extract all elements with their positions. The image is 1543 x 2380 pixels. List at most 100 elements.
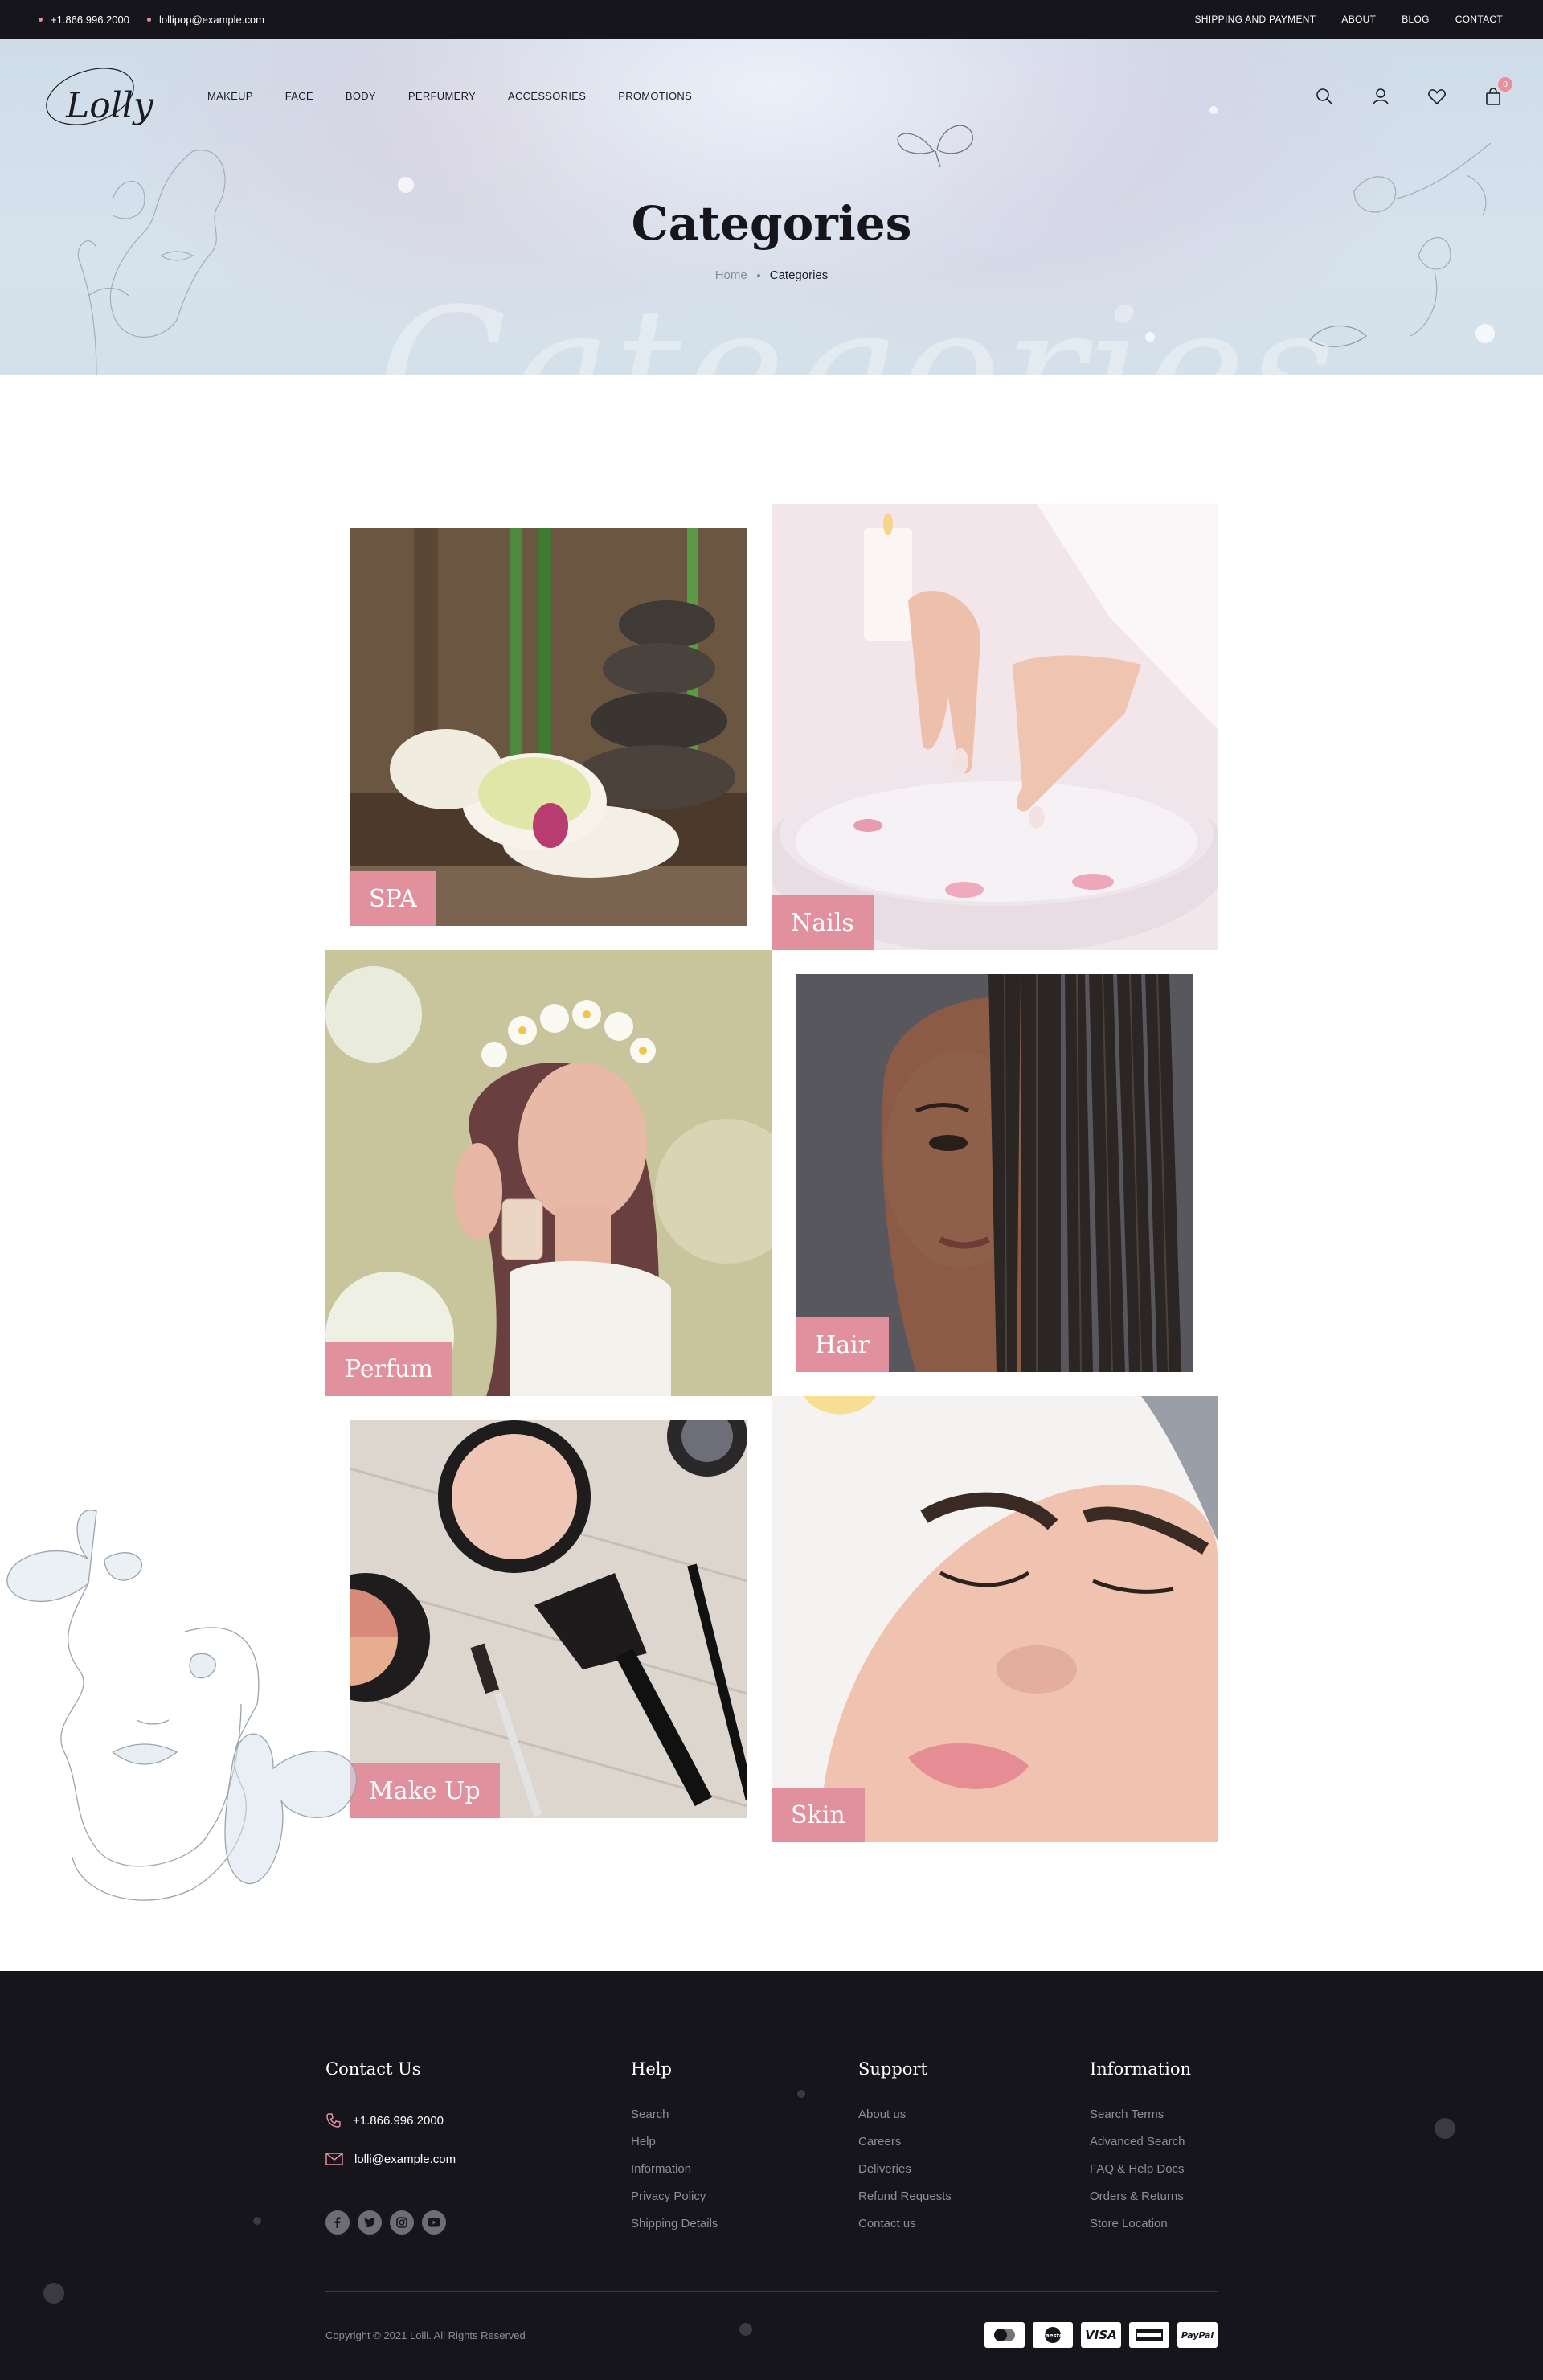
footer-link-help[interactable]: Help	[631, 2128, 718, 2156]
footer-link-refund-requests[interactable]: Refund Requests	[858, 2183, 952, 2210]
nav-makeup[interactable]: MAKEUP	[207, 90, 253, 102]
footer-email-text: lolli@example.com	[354, 2152, 456, 2166]
cart-icon[interactable]: 0	[1484, 77, 1512, 106]
heart-icon[interactable]	[1427, 87, 1447, 106]
top-contact: +1.866.996.2000 lollipop@example.com	[39, 0, 264, 39]
footer-link-store-location[interactable]: Store Location	[1090, 2210, 1191, 2238]
footer-help-heading: Help	[631, 2059, 672, 2079]
svg-text:VISA: VISA	[1085, 2328, 1117, 2342]
top-bar: +1.866.996.2000 lollipop@example.com SHI…	[0, 0, 1543, 39]
footer-email[interactable]: lolli@example.com	[325, 2140, 456, 2178]
dot-decoration	[797, 2090, 805, 2098]
payment-methods: Maestro VISA PayPal	[984, 2322, 1218, 2348]
page-header: Categories Lolly MAKEUP FACE BODY PERFUM…	[0, 39, 1543, 375]
footer-phone[interactable]: +1.866.996.2000	[325, 2101, 456, 2140]
nav-face[interactable]: FACE	[285, 90, 313, 102]
dot-decoration	[43, 2283, 64, 2304]
bubble-decoration	[1209, 106, 1218, 114]
phone-icon	[326, 2113, 341, 2128]
category-label[interactable]: Nails	[772, 895, 874, 950]
youtube-icon[interactable]	[422, 2210, 446, 2235]
category-label[interactable]: SPA	[350, 871, 436, 926]
footer-divider	[325, 2291, 1218, 2292]
category-label[interactable]: Perfum	[325, 1342, 452, 1396]
twitter-icon[interactable]	[358, 2210, 382, 2235]
spa-image	[350, 528, 747, 926]
social-links	[325, 2210, 456, 2235]
footer-link-careers[interactable]: Careers	[858, 2128, 952, 2156]
svg-text:PayPal: PayPal	[1181, 2330, 1214, 2341]
category-label[interactable]: Hair	[796, 1317, 889, 1372]
top-links: SHIPPING AND PAYMENT ABOUT BLOG CONTACT	[1194, 0, 1503, 39]
footer-link-shipping-details[interactable]: Shipping Details	[631, 2210, 718, 2238]
breadcrumb-home[interactable]: Home	[715, 268, 747, 282]
butterfly-decoration	[897, 125, 973, 168]
footer-information: Information Search Terms Advanced Search…	[1090, 2059, 1191, 2238]
mastercard-icon	[984, 2322, 1025, 2348]
facebook-icon[interactable]	[325, 2210, 350, 2235]
top-phone[interactable]: +1.866.996.2000	[39, 14, 129, 26]
bullet-icon	[39, 17, 43, 22]
dot-decoration	[739, 2323, 752, 2336]
footer-contact-heading: Contact Us	[325, 2059, 421, 2079]
bubble-decoration	[1145, 332, 1155, 342]
footer-link-advanced-search[interactable]: Advanced Search	[1090, 2128, 1191, 2156]
footer-link-faq[interactable]: FAQ & Help Docs	[1090, 2156, 1191, 2183]
footer-link-privacy-policy[interactable]: Privacy Policy	[631, 2183, 718, 2210]
category-tile-hair[interactable]: Hair	[796, 974, 1193, 1372]
maestro-icon: Maestro	[1033, 2322, 1073, 2348]
bullet-icon	[146, 17, 151, 22]
make-up-image	[350, 1420, 747, 1818]
header-icons: 0	[1315, 77, 1512, 106]
amex-icon	[1129, 2322, 1169, 2348]
nav-perfumery[interactable]: PERFUMERY	[408, 90, 476, 102]
category-tile-perfum[interactable]: Perfum	[325, 950, 772, 1396]
hair-image	[796, 974, 1193, 1372]
lolly-logo[interactable]: Lolly	[40, 63, 161, 143]
page-title: Categories	[631, 196, 912, 251]
search-icon[interactable]	[1315, 87, 1334, 106]
category-label[interactable]: Skin	[772, 1788, 865, 1842]
dot-decoration	[1435, 2118, 1455, 2139]
footer-link-about-us[interactable]: About us	[858, 2101, 952, 2128]
breadcrumb: Home Categories	[0, 268, 1543, 282]
footer-link-deliveries[interactable]: Deliveries	[858, 2156, 952, 2183]
footer-information-heading: Information	[1090, 2059, 1192, 2079]
category-tile-skin[interactable]: Skin	[772, 1396, 1218, 1842]
skin-image	[772, 1396, 1218, 1842]
cart-count-badge: 0	[1498, 77, 1512, 92]
copyright: Copyright © 2021 Lolli. All Rights Reser…	[325, 2329, 526, 2341]
hero-watermark: Categories	[378, 272, 1338, 375]
user-icon[interactable]	[1371, 87, 1390, 106]
footer-link-orders-returns[interactable]: Orders & Returns	[1090, 2183, 1191, 2210]
footer-link-information[interactable]: Information	[631, 2156, 718, 2183]
instagram-icon[interactable]	[390, 2210, 414, 2235]
category-tile-nails[interactable]: Nails	[772, 504, 1218, 950]
link-blog[interactable]: BLOG	[1402, 14, 1430, 25]
nav-accessories[interactable]: ACCESSORIES	[508, 90, 586, 102]
nails-image	[772, 504, 1218, 950]
nav-promotions[interactable]: PROMOTIONS	[618, 90, 692, 102]
top-email-text: lollipop@example.com	[158, 13, 264, 26]
svg-text:Maestro: Maestro	[1040, 2333, 1066, 2339]
nav-body[interactable]: BODY	[346, 90, 376, 102]
category-tile-make-up[interactable]: Make Up	[350, 1420, 747, 1818]
bubble-decoration	[1475, 324, 1495, 343]
bubble-decoration	[398, 177, 414, 193]
link-about[interactable]: ABOUT	[1341, 14, 1376, 25]
footer-link-contact-us[interactable]: Contact us	[858, 2210, 952, 2238]
footer-link-search[interactable]: Search	[631, 2101, 718, 2128]
footer-link-search-terms[interactable]: Search Terms	[1090, 2101, 1191, 2128]
paypal-icon: PayPal	[1177, 2322, 1218, 2348]
leaf-decoration	[1309, 325, 1367, 347]
top-email[interactable]: lollipop@example.com	[146, 13, 264, 26]
footer-phone-text: +1.866.996.2000	[353, 2113, 444, 2128]
face-line-art-decoration	[77, 150, 226, 375]
dot-decoration	[253, 2217, 261, 2225]
category-tile-spa[interactable]: SPA	[350, 528, 747, 926]
face-butterfly-line-art-decoration	[6, 1510, 358, 1901]
link-contact[interactable]: CONTACT	[1455, 14, 1503, 25]
footer: Contact Us +1.866.996.2000 lolli@example…	[0, 1971, 1543, 2380]
main-nav: MAKEUP FACE BODY PERFUMERY ACCESSORIES P…	[207, 90, 692, 102]
link-shipping[interactable]: SHIPPING AND PAYMENT	[1194, 14, 1316, 25]
